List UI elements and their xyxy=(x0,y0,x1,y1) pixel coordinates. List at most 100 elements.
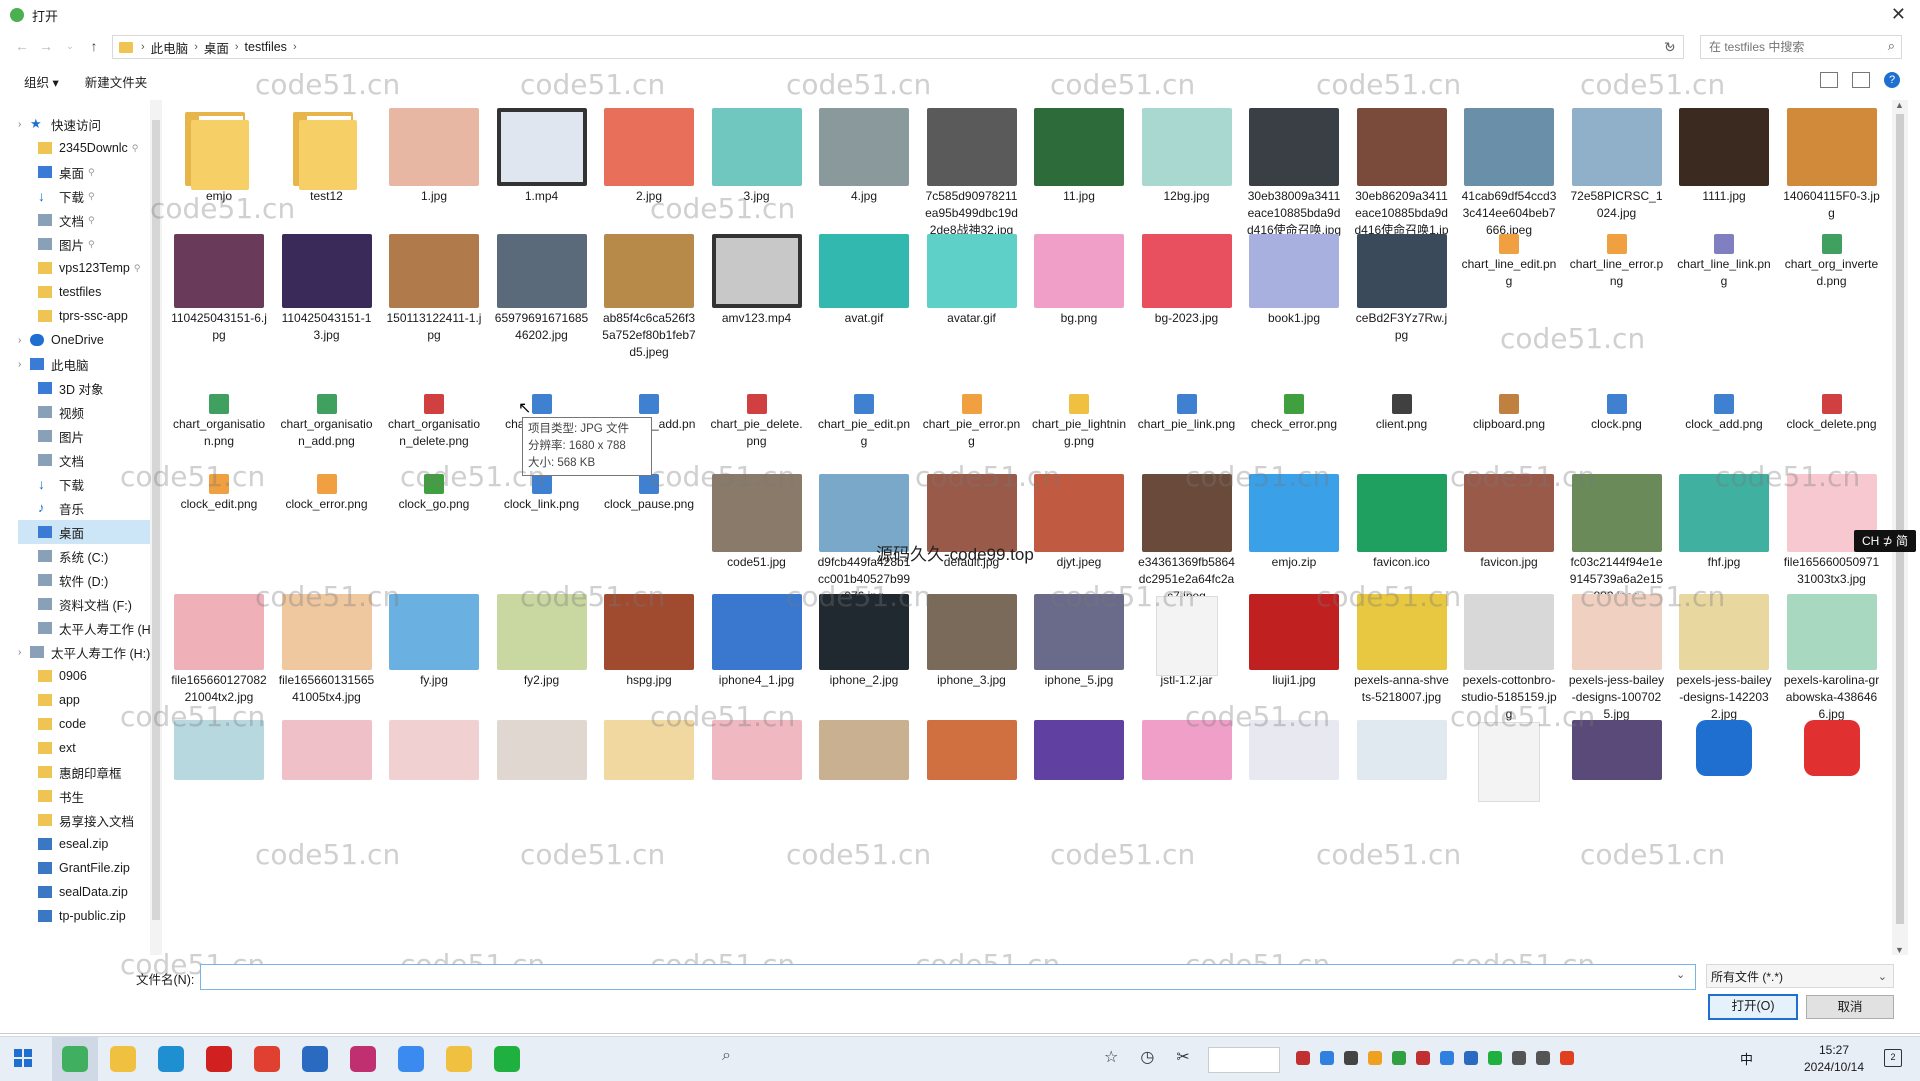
sidebar-item[interactable]: 文档 xyxy=(18,448,150,472)
file-item[interactable] xyxy=(493,720,591,780)
file-item[interactable]: 1.jpg xyxy=(385,108,483,205)
breadcrumb-item[interactable]: 桌面 xyxy=(204,38,229,57)
sidebar-item[interactable]: › ★ 快速访问 xyxy=(18,112,150,136)
breadcrumb-item[interactable]: testfiles xyxy=(245,40,287,54)
sidebar-item[interactable]: 软件 (D:) xyxy=(18,568,150,592)
wps-icon[interactable] xyxy=(206,1046,232,1072)
navigation-scrollbar[interactable] xyxy=(150,100,162,955)
file-item[interactable]: avatar.gif xyxy=(923,234,1021,327)
tray-icon[interactable] xyxy=(1560,1051,1574,1065)
file-item[interactable]: clock_add.png xyxy=(1675,394,1773,433)
file-item[interactable]: 1111.jpg xyxy=(1675,108,1773,205)
file-item[interactable] xyxy=(708,720,806,780)
sidebar-item[interactable]: › OneDrive xyxy=(18,328,150,352)
open-button[interactable]: 打开(O) xyxy=(1708,994,1798,1020)
tray-icon[interactable] xyxy=(1296,1051,1310,1065)
filename-input[interactable] xyxy=(200,964,1696,990)
file-item[interactable]: test12 xyxy=(278,108,376,205)
feishu-icon[interactable] xyxy=(398,1046,424,1072)
new-folder-button[interactable]: 新建文件夹 xyxy=(85,72,148,91)
file-item[interactable]: 140604115F0-3.jpg xyxy=(1783,108,1881,222)
file-item[interactable]: 72e58PICRSC_1024.jpg xyxy=(1568,108,1666,222)
sidebar-item[interactable]: 视频 xyxy=(18,400,150,424)
file-item[interactable]: amv123.mp4 xyxy=(708,234,806,327)
tray-icon[interactable] xyxy=(1344,1051,1358,1065)
sidebar-item[interactable]: 桌面 xyxy=(18,520,150,544)
clock-icon[interactable]: ◷ xyxy=(1140,1047,1154,1067)
tools-icon[interactable]: ✂ xyxy=(1176,1047,1189,1067)
sidebar-item[interactable]: 书生 xyxy=(18,784,150,808)
windows-start-icon[interactable] xyxy=(14,1049,32,1067)
file-item[interactable]: ceBd2F3Yz7Rw.jpg xyxy=(1353,234,1451,344)
tray-icon[interactable] xyxy=(1320,1051,1334,1065)
file-item[interactable]: 3.jpg xyxy=(708,108,806,205)
file-item[interactable]: 7c585d90978211ea95b499dbc19d2de8战神32.jpg xyxy=(923,108,1021,239)
scroll-up-icon[interactable]: ▲ xyxy=(1895,100,1904,110)
refresh-icon[interactable]: ↻ xyxy=(1664,39,1676,56)
sidebar-item[interactable]: app xyxy=(18,688,150,712)
network-icon[interactable] xyxy=(1512,1051,1526,1065)
file-item[interactable]: clock.png xyxy=(1568,394,1666,433)
360-browser-icon[interactable] xyxy=(62,1046,88,1072)
filename-dropdown-icon[interactable]: ⌄ xyxy=(1676,968,1685,981)
file-item[interactable]: clock_delete.png xyxy=(1783,394,1881,433)
file-item[interactable]: clock_link.png xyxy=(493,474,591,513)
file-item[interactable]: liuji1.jpg xyxy=(1245,594,1343,689)
expand-chevron-icon[interactable]: › xyxy=(18,119,30,130)
file-item[interactable]: code51.jpg xyxy=(708,474,806,571)
file-item[interactable] xyxy=(1245,720,1343,780)
file-item[interactable]: favicon.jpg xyxy=(1460,474,1558,571)
file-item[interactable]: clipboard.png xyxy=(1460,394,1558,433)
file-item[interactable]: hspg.jpg xyxy=(600,594,698,689)
file-item[interactable] xyxy=(923,720,1021,780)
taskbar-input[interactable] xyxy=(1208,1047,1280,1073)
file-item[interactable]: chart_line_edit.png xyxy=(1460,234,1558,290)
sidebar-item[interactable]: 3D 对象 xyxy=(18,376,150,400)
file-explorer-icon[interactable] xyxy=(110,1046,136,1072)
file-item[interactable]: 2.jpg xyxy=(600,108,698,205)
file-item[interactable] xyxy=(1353,720,1451,780)
back-arrow-icon[interactable]: ← xyxy=(10,38,34,54)
file-item[interactable]: iphone4_1.jpg xyxy=(708,594,806,689)
sidebar-item[interactable]: testfiles xyxy=(18,280,150,304)
file-item[interactable]: client.png xyxy=(1353,394,1451,433)
expand-chevron-icon[interactable]: › xyxy=(18,647,30,658)
sidebar-item[interactable]: 图片 xyxy=(18,424,150,448)
file-item[interactable]: chart_organisation.png xyxy=(170,394,268,450)
sidebar-item[interactable]: ↓ 下载 xyxy=(18,472,150,496)
input-language[interactable]: 中 xyxy=(1740,1049,1753,1068)
tray-icon[interactable] xyxy=(1392,1051,1406,1065)
wechat-icon[interactable] xyxy=(494,1046,520,1072)
scroll-down-icon[interactable]: ▼ xyxy=(1895,945,1904,955)
sidebar-item[interactable]: 惠朗印章框 xyxy=(18,760,150,784)
sidebar-item[interactable]: 图片 ⚲ xyxy=(18,232,150,256)
file-item[interactable]: ab85f4c6ca526f35a752ef80b1feb7d5.jpeg xyxy=(600,234,698,361)
sidebar-item[interactable]: 桌面 ⚲ xyxy=(18,160,150,184)
file-item[interactable]: iphone_2.jpg xyxy=(815,594,913,689)
sidebar-item[interactable]: 文档 ⚲ xyxy=(18,208,150,232)
file-item[interactable]: clock_error.png xyxy=(278,474,376,513)
file-item[interactable]: file16566012708221004tx2.jpg xyxy=(170,594,268,706)
file-item[interactable] xyxy=(385,720,483,780)
file-item[interactable]: emjo.zip xyxy=(1245,474,1343,571)
file-item[interactable]: chart_pie_edit.png xyxy=(815,394,913,450)
file-item[interactable]: clock_edit.png xyxy=(170,474,268,513)
file-item[interactable]: chart_org_inverted.png xyxy=(1783,234,1881,290)
file-item[interactable]: 12bg.jpg xyxy=(1138,108,1236,205)
file-item[interactable]: e34361369fb5864dc2951e2a64fc2ac7.jpeg xyxy=(1138,474,1236,605)
file-item[interactable]: jstl-1.2.jar xyxy=(1138,594,1236,689)
file-item[interactable]: chart_organisation_add.png xyxy=(278,394,376,450)
file-item[interactable]: pexels-anna-shvets-5218007.jpg xyxy=(1353,594,1451,706)
file-item[interactable]: iphone_5.jpg xyxy=(1030,594,1128,689)
recent-dropdown-icon[interactable]: ⌄ xyxy=(58,41,82,52)
wechat-icon[interactable] xyxy=(1488,1051,1502,1065)
file-item[interactable] xyxy=(1675,720,1773,776)
scrollbar-thumb[interactable] xyxy=(1896,114,1904,924)
search-input[interactable] xyxy=(1707,39,1871,55)
search-icon[interactable]: ⌕ xyxy=(1888,38,1895,54)
file-item[interactable] xyxy=(1783,720,1881,776)
edge-icon[interactable] xyxy=(158,1046,184,1072)
file-item[interactable]: 6597969167168546202.jpg xyxy=(492,226,591,386)
file-item[interactable]: avat.gif xyxy=(815,234,913,327)
sidebar-item[interactable]: 2345Downlc ⚲ xyxy=(18,136,150,160)
